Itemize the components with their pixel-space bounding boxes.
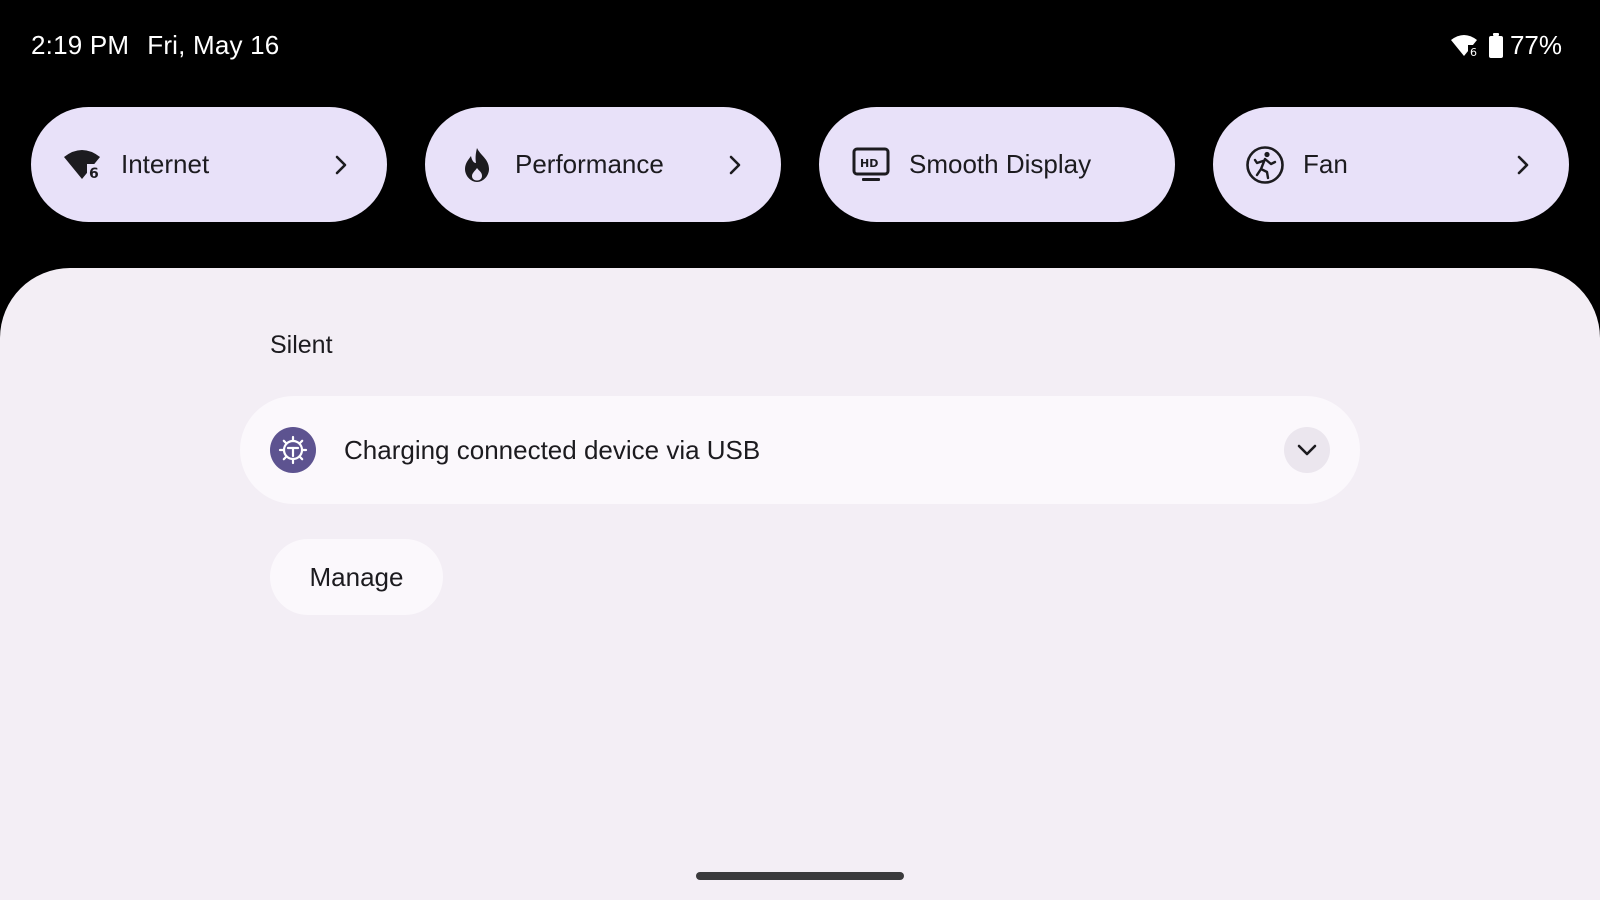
flame-icon xyxy=(455,143,499,187)
svg-text:6: 6 xyxy=(1470,46,1477,58)
manage-button[interactable]: Manage xyxy=(270,539,443,615)
status-bar: 2:19 PM Fri, May 16 6 77% xyxy=(0,0,1600,96)
status-time: 2:19 PM xyxy=(31,30,130,60)
chevron-right-icon xyxy=(329,153,353,177)
svg-text:HD: HD xyxy=(860,157,878,170)
hd-display-icon: HD xyxy=(849,143,893,187)
battery-percent: 77% xyxy=(1509,30,1562,60)
notification-text: Charging connected device via USB xyxy=(344,434,761,465)
home-gesture-handle[interactable] xyxy=(696,872,904,880)
chevron-right-icon xyxy=(723,153,747,177)
section-title: Silent xyxy=(270,331,333,359)
notification-shade: Silent Charging connected device via USB… xyxy=(0,268,1600,900)
tile-performance[interactable]: Performance xyxy=(425,107,781,222)
tile-label: Fan xyxy=(1303,149,1348,179)
expand-button[interactable] xyxy=(1284,427,1330,473)
notification-card[interactable]: Charging connected device via USB xyxy=(240,396,1360,504)
battery-icon xyxy=(1488,32,1504,59)
settings-gear-icon xyxy=(270,427,316,473)
tile-internet[interactable]: 6 Internet xyxy=(31,107,387,222)
tile-label: Internet xyxy=(121,149,210,179)
fan-runner-icon xyxy=(1243,143,1287,187)
chevron-right-icon xyxy=(1511,153,1535,177)
tile-label: Smooth Display xyxy=(909,149,1092,179)
status-icons: 6 77% xyxy=(1450,30,1562,61)
tile-label: Performance xyxy=(515,149,664,179)
wifi-6-icon: 6 xyxy=(61,143,105,187)
wifi-6-icon: 6 xyxy=(1450,34,1480,58)
chevron-down-icon xyxy=(1297,444,1317,456)
tile-fan[interactable]: Fan xyxy=(1213,107,1569,222)
tile-smooth-display[interactable]: HD Smooth Display xyxy=(819,107,1175,222)
status-date: Fri, May 16 xyxy=(147,30,280,60)
svg-text:6: 6 xyxy=(89,166,99,181)
status-clock-date: 2:19 PM Fri, May 16 xyxy=(31,30,279,61)
